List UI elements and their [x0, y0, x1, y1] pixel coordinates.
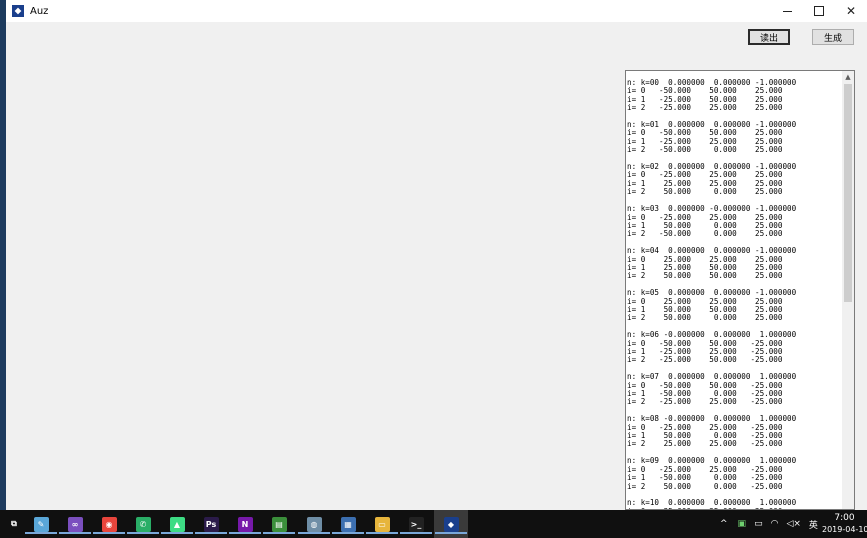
output-text: n: k=00 0.000000 0.000000 -1.000000 i= 0 … [627, 78, 842, 509]
output-textbox[interactable]: n: k=00 0.000000 0.000000 -1.000000 i= 0 … [625, 70, 855, 510]
taskbar-app-button[interactable]: ∞ [59, 514, 91, 534]
onenote-icon: N [237, 516, 253, 532]
wifi-icon[interactable]: ◠ [771, 519, 779, 529]
close-button[interactable]: ✕ [835, 0, 867, 22]
taskbar-app-button[interactable]: ▲ [161, 514, 193, 534]
taskbar-app-button[interactable]: ✆ [127, 514, 159, 534]
battery-icon[interactable]: ▭ [754, 519, 763, 529]
ime-indicator[interactable]: 英 [809, 518, 818, 531]
chrome-icon: ◉ [101, 516, 117, 532]
output-line: i= 2 -25.000 25.000 25.000 [627, 103, 783, 113]
volume-muted-icon[interactable]: ◁× [786, 519, 800, 529]
taskbar-app-button[interactable]: Ps [195, 514, 227, 534]
tray-expand-chevron-icon[interactable]: ^ [720, 519, 728, 529]
notes-app-icon: ✎ [33, 516, 49, 532]
running-indicator [59, 532, 91, 534]
output-line: i= 2 -25.000 25.000 -25.000 [627, 397, 783, 407]
running-indicator [298, 532, 330, 534]
taskbar-app-button[interactable]: ◉ [93, 514, 125, 534]
android-studio-icon: ▲ [169, 516, 185, 532]
file-explorer-icon: ▭ [374, 516, 390, 532]
running-indicator [127, 532, 159, 534]
running-indicator [366, 532, 398, 534]
clock-time: 7:00 [834, 513, 855, 523]
wechat-icon: ✆ [135, 516, 151, 532]
taskbar: ⧉ ✎ ∞ ◉ ✆ ▲ Ps N ▤ ◍ ▦ ▭ >_ ◆ ^ ▣ ▭ ◠ ◁× 英 7:00 2019-… [0, 510, 867, 538]
output-line: i= 2 25.000 25.000 -25.000 [627, 439, 783, 449]
taskbar-app-button[interactable]: ▦ [332, 514, 364, 534]
taskbar-app-button[interactable]: ▤ [263, 514, 295, 534]
output-line: i= 2 50.000 50.000 25.000 [627, 271, 783, 281]
taskbar-app-button[interactable]: ◆ [435, 514, 467, 534]
app-icon[interactable] [12, 5, 24, 17]
output-line: i= 2 50.000 0.000 25.000 [627, 187, 783, 197]
running-indicator [161, 532, 193, 534]
output-line: i= 2 -50.000 0.000 25.000 [627, 229, 783, 239]
running-indicator [332, 532, 364, 534]
app-window: Auz ✕ 读出 生成 n: k=00 0.000000 0.000000 -1… [6, 0, 867, 510]
task-view-icon: ⧉ [6, 516, 22, 532]
taskbar-app-button[interactable]: ◍ [298, 514, 330, 534]
running-indicator [229, 532, 261, 534]
system-tray: ^ ▣ ▭ ◠ ◁× 英 [720, 510, 818, 538]
taskbar-app-button[interactable]: ▭ [366, 514, 398, 534]
maximize-button[interactable] [803, 0, 835, 22]
clock-date: 2019-04-10 [822, 525, 867, 534]
output-line: i= 2 50.000 0.000 25.000 [627, 313, 783, 323]
close-icon: ✕ [845, 4, 857, 18]
window-title: Auz [30, 5, 49, 17]
taskbar-clock[interactable]: 7:00 2019-04-10 [822, 512, 867, 535]
running-indicator [400, 532, 432, 534]
output-line: i= 2 -50.000 0.000 25.000 [627, 145, 783, 155]
auz-app-icon: ◆ [443, 516, 459, 532]
output-line: i= 2 50.000 0.000 -25.000 [627, 481, 783, 491]
read-button[interactable]: 读出 [748, 29, 790, 45]
chart-app-icon: ▤ [271, 516, 287, 532]
taskbar-app-button[interactable]: N [229, 514, 261, 534]
vertical-scrollbar[interactable]: ▲ [842, 71, 854, 509]
taskbar-app-button[interactable]: ⧉ [4, 514, 24, 534]
taskbar-app-button[interactable]: >_ [400, 514, 432, 534]
client-area: 读出 生成 n: k=00 0.000000 0.000000 -1.00000… [6, 22, 867, 510]
scroll-thumb[interactable] [844, 84, 852, 302]
output-line: i= 2 -25.000 50.000 -25.000 [627, 355, 783, 365]
minimize-button[interactable] [771, 0, 803, 22]
window-controls: ✕ [771, 0, 867, 22]
running-indicator [93, 532, 125, 534]
globe-app-icon: ◍ [306, 516, 322, 532]
running-indicator [195, 532, 227, 534]
visual-studio-icon: ∞ [67, 516, 83, 532]
title-bar[interactable]: Auz ✕ [6, 0, 867, 22]
photoshop-icon: Ps [203, 516, 219, 532]
security-tray-icon[interactable]: ▣ [738, 519, 747, 529]
terminal-icon: >_ [408, 516, 424, 532]
scroll-up-arrow-icon[interactable]: ▲ [842, 71, 854, 83]
running-indicator [435, 532, 467, 534]
generate-button[interactable]: 生成 [812, 29, 854, 45]
network-app-icon: ▦ [340, 516, 356, 532]
running-indicator [263, 532, 295, 534]
taskbar-app-button[interactable]: ✎ [25, 514, 57, 534]
running-indicator [25, 532, 57, 534]
